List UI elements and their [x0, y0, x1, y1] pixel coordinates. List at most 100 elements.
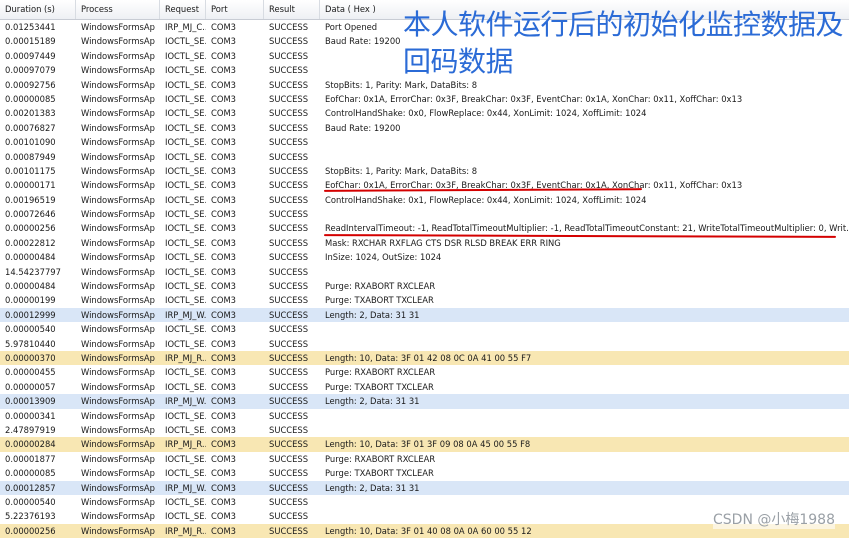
cell-request: IOCTL_SE... [165, 468, 206, 479]
table-row[interactable]: 0.00000370 WindowsFormsAp IRP_MJ_R... COM3 S… [0, 350, 849, 366]
column-header-port[interactable]: Port [206, 0, 264, 19]
table-row[interactable]: 0.00000284 WindowsFormsAp IRP_MJ_R... COM3 S… [0, 437, 849, 452]
table-row[interactable]: 0.00000484 WindowsFormsAp IOCTL_SE... COM3 S… [0, 250, 849, 264]
cell-process: WindowsFormsAp [81, 424, 155, 435]
cell-result: SUCCESS [269, 137, 309, 148]
table-row[interactable]: 5.97810440 WindowsFormsAp IOCTL_SE... COM3 S… [0, 337, 849, 351]
table-row[interactable]: 0.00000085 WindowsFormsAp IOCTL_SE... COM3 S… [0, 466, 849, 480]
column-header-process[interactable]: Process [76, 0, 160, 19]
cell-duration: 0.00000284 [5, 439, 56, 450]
cell-process: WindowsFormsAp [81, 22, 155, 32]
cell-duration: 0.00000085 [5, 93, 56, 104]
cell-duration: 0.00000484 [5, 281, 56, 292]
table-row[interactable]: 0.00000455 WindowsFormsAp IOCTL_SE... COM3 S… [0, 365, 849, 379]
table-row[interactable]: 0.00076827 WindowsFormsAp IOCTL_SE... COM3 S… [0, 121, 849, 135]
cell-port: COM3 [211, 252, 236, 263]
cell-duration: 0.00000455 [5, 367, 56, 378]
cell-result: SUCCESS [269, 525, 309, 536]
cell-process: WindowsFormsAp [81, 108, 155, 119]
cell-port: COM3 [211, 309, 236, 320]
table-row[interactable]: 2.47897919 WindowsFormsAp IOCTL_SE... COM3 S… [0, 423, 849, 437]
table-row[interactable]: 0.00012857 WindowsFormsAp IRP_MJ_W... COM3 S… [0, 480, 849, 495]
table-row[interactable]: 0.00012999 WindowsFormsAp IRP_MJ_W... COM3 S… [0, 307, 849, 323]
table-row[interactable]: 0.00201383 WindowsFormsAp IOCTL_SE... COM3 S… [0, 106, 849, 120]
table-row[interactable]: 0.00000341 WindowsFormsAp IOCTL_SE... COM3 S… [0, 409, 849, 423]
cell-port: COM3 [211, 511, 236, 522]
cell-result: SUCCESS [269, 252, 309, 263]
cell-result: SUCCESS [269, 468, 309, 479]
table-body: 0.01253441 WindowsFormsAp IRP_MJ_C... COM3 S… [0, 20, 849, 539]
cell-duration: 0.00000540 [5, 496, 56, 507]
cell-request: IOCTL_SE... [165, 137, 206, 148]
cell-request: IOCTL_SE... [165, 180, 206, 191]
cell-request: IOCTL_SE... [165, 338, 206, 349]
cell-result: SUCCESS [269, 194, 309, 205]
table-row[interactable]: 0.00101090 WindowsFormsAp IOCTL_SE... COM3 S… [0, 135, 849, 149]
table-row[interactable]: 0.00013909 WindowsFormsAp IRP_MJ_W... COM3 S… [0, 394, 849, 409]
cell-request: IOCTL_SE... [165, 381, 206, 392]
cell-result: SUCCESS [269, 108, 309, 119]
cell-duration: 0.00012999 [5, 309, 56, 320]
cell-request: IOCTL_SE... [165, 194, 206, 205]
cell-duration: 0.00000256 [5, 223, 56, 234]
cell-request: IOCTL_SE... [165, 496, 206, 507]
cell-duration: 0.00101090 [5, 137, 56, 148]
cell-port: COM3 [211, 525, 236, 536]
table-row[interactable]: 0.00000199 WindowsFormsAp IOCTL_SE... COM3 S… [0, 293, 849, 307]
table-row[interactable]: 0.00196519 WindowsFormsAp IOCTL_SE... COM3 S… [0, 193, 849, 207]
cell-request: IOCTL_SE... [165, 108, 206, 119]
cell-duration: 0.00000256 [5, 525, 56, 536]
cell-request: IOCTL_SE... [165, 237, 206, 248]
table-row[interactable]: 0.00022812 WindowsFormsAp IOCTL_SE... COM3 S… [0, 236, 849, 250]
cell-duration: 0.00072646 [5, 209, 56, 220]
cell-result: SUCCESS [269, 309, 309, 320]
column-header-request[interactable]: Request [160, 0, 206, 19]
cell-port: COM3 [211, 93, 236, 104]
cell-duration: 0.00001877 [5, 453, 56, 464]
table-row[interactable]: 0.00000057 WindowsFormsAp IOCTL_SE... COM3 S… [0, 380, 849, 394]
table-row[interactable]: 0.00000085 WindowsFormsAp IOCTL_SE... COM3 S… [0, 92, 849, 106]
cell-process: WindowsFormsAp [81, 338, 155, 349]
cell-duration: 0.00000540 [5, 324, 56, 335]
table-row[interactable]: 14.54237797 WindowsFormsAp IOCTL_SE... COM3… [0, 265, 849, 279]
cell-process: WindowsFormsAp [81, 281, 155, 292]
cell-data: Baud Rate: 19200 [325, 122, 401, 133]
table-row[interactable]: 0.00000540 WindowsFormsAp IOCTL_SE... COM3 S… [0, 495, 849, 509]
table-row[interactable]: 0.00101175 WindowsFormsAp IOCTL_SE... COM3 S… [0, 164, 849, 178]
cell-data: Purge: TXABORT TXCLEAR [325, 468, 434, 479]
cell-duration: 5.22376193 [5, 511, 56, 522]
cell-port: COM3 [211, 352, 236, 363]
annotation-overlay-text: 本人软件运行后的初始化监控数据及 回码数据 [403, 6, 847, 80]
cell-duration: 0.00196519 [5, 194, 56, 205]
cell-process: WindowsFormsAp [81, 266, 155, 277]
cell-result: SUCCESS [269, 122, 309, 133]
table-row[interactable]: 0.00000484 WindowsFormsAp IOCTL_SE... COM3 S… [0, 279, 849, 293]
cell-duration: 0.00101175 [5, 165, 56, 176]
cell-request: IOCTL_SE... [165, 223, 206, 234]
cell-request: IOCTL_SE... [165, 424, 206, 435]
column-header-result[interactable]: Result [264, 0, 320, 19]
table-row[interactable]: 0.00087949 WindowsFormsAp IOCTL_SE... COM3 S… [0, 150, 849, 164]
cell-port: COM3 [211, 424, 236, 435]
cell-data: Length: 2, Data: 31 31 [325, 309, 420, 320]
cell-request: IOCTL_SE... [165, 453, 206, 464]
cell-request: IOCTL_SE... [165, 324, 206, 335]
cell-process: WindowsFormsAp [81, 367, 155, 378]
cell-request: IOCTL_SE... [165, 79, 206, 90]
cell-port: COM3 [211, 266, 236, 277]
cell-port: COM3 [211, 381, 236, 392]
cell-duration: 5.97810440 [5, 338, 56, 349]
cell-process: WindowsFormsAp [81, 122, 155, 133]
cell-port: COM3 [211, 65, 236, 76]
table-row[interactable]: 0.00072646 WindowsFormsAp IOCTL_SE... COM3 S… [0, 207, 849, 221]
cell-duration: 0.00092756 [5, 79, 56, 90]
cell-data [320, 265, 849, 279]
cell-process: WindowsFormsAp [81, 295, 155, 306]
column-header-duration[interactable]: Duration (s) [0, 0, 76, 19]
cell-request: IOCTL_SE... [165, 511, 206, 522]
cell-result: SUCCESS [269, 223, 309, 234]
cell-duration: 0.00097449 [5, 50, 56, 61]
cell-result: SUCCESS [269, 381, 309, 392]
table-row[interactable]: 0.00000540 WindowsFormsAp IOCTL_SE... COM3 S… [0, 322, 849, 336]
table-row[interactable]: 0.00001877 WindowsFormsAp IOCTL_SE... COM3 S… [0, 452, 849, 466]
